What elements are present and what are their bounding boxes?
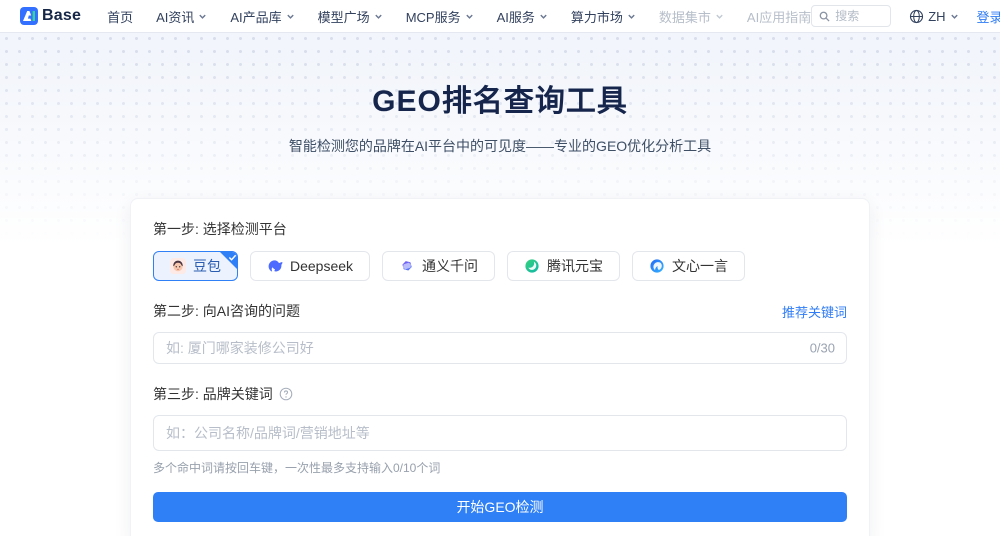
nav-item-ai-app-guide[interactable]: AI应用指南 (747, 7, 811, 26)
check-icon (228, 254, 237, 261)
chevron-down-icon (465, 14, 473, 19)
wenxin-yiyan-icon (650, 259, 664, 273)
question-input-wrap: 0/30 (153, 332, 847, 364)
step2-label: 第二步: 向AI咨询的问题 (153, 303, 301, 319)
platform-wenxin-yiyan[interactable]: 文心一言 (632, 251, 746, 281)
nav-item-mcp-services[interactable]: MCP服务 (406, 7, 474, 26)
chevron-down-icon (374, 14, 382, 19)
nav-item-model-plaza[interactable]: 模型广场 (318, 7, 383, 26)
tongyi-qianwen-icon (402, 261, 412, 271)
step1-label: 第一步: 选择检测平台 (153, 221, 287, 237)
search-input[interactable] (835, 9, 884, 23)
platform-tongyi-qianwen[interactable]: 通义千问 (382, 251, 496, 281)
recommended-keywords-link[interactable]: 推荐关键词 (782, 302, 847, 321)
aibase-logo-text: Base (42, 7, 82, 24)
tencent-yuanbao-icon (525, 259, 539, 273)
platform-label: 文心一言 (672, 258, 729, 274)
language-switcher[interactable]: ZH (909, 9, 958, 24)
nav-item-ai-services[interactable]: AI服务 (497, 7, 548, 26)
platform-label: Deepseek (290, 258, 354, 274)
platform-label: 豆包 (193, 258, 221, 274)
chevron-down-icon (628, 14, 635, 19)
page-subtitle: 智能检测您的品牌在AI平台中的可见度——专业的GEO优化分析工具 (288, 138, 712, 154)
aibase-logo[interactable]: Base (20, 7, 81, 25)
start-geo-check-button[interactable]: 开始GEO检测 (153, 492, 847, 522)
char-counter: 0/30 (809, 340, 835, 356)
nav-menu: 首页 AI资讯 AI产品库 模型广场 MCP服务 AI服务 算力市场 数据集市 (107, 7, 811, 26)
brand-keywords-input-wrap (153, 415, 847, 451)
nav-item-ai-products[interactable]: AI产品库 (230, 7, 294, 26)
nav-item-computing-market[interactable]: 算力市场 (571, 7, 636, 26)
brand-keywords-hint: 多个命中词请按回车键，一次性最多支持输入0/10个词 (153, 461, 441, 475)
question-input[interactable] (153, 332, 847, 364)
top-navbar: Base 首页 AI资讯 AI产品库 模型广场 MCP服务 AI服务 算力市场 (0, 0, 1000, 32)
nav-item-data-market[interactable]: 数据集市 (659, 7, 724, 26)
search-icon (819, 11, 830, 22)
platform-doubao[interactable]: 豆包 (153, 251, 238, 281)
language-label: ZH (928, 8, 946, 24)
help-circle-icon[interactable] (279, 387, 293, 401)
platform-selector: 豆包 Deepseek 通义千问 腾讯元宝 文心一言 (153, 251, 847, 281)
nav-item-home[interactable]: 首页 (107, 7, 133, 26)
aibase-logo-icon (20, 7, 38, 25)
doubao-icon (170, 258, 186, 274)
step3-label: 第三步: 品牌关键词 (153, 384, 847, 404)
chevron-down-icon (950, 14, 958, 19)
hero-section: GEO排名查询工具 智能检测您的品牌在AI平台中的可见度——专业的GEO优化分析… (0, 32, 1000, 536)
chevron-down-icon (540, 14, 547, 19)
geo-check-form-card: 第一步: 选择检测平台 豆包 Deepseek 通义千问 腾讯元宝 文心一言 第… (130, 198, 870, 536)
chevron-down-icon (716, 14, 723, 19)
page-title: GEO排名查询工具 (372, 85, 628, 118)
search-box[interactable] (811, 5, 892, 27)
chevron-down-icon (286, 14, 294, 19)
deepseek-icon (268, 260, 283, 272)
platform-label: 通义千问 (422, 258, 479, 274)
brand-keywords-input[interactable] (153, 415, 847, 451)
navbar-right: ZH 登录/注册 (811, 5, 1000, 27)
globe-icon (910, 9, 924, 23)
platform-deepseek[interactable]: Deepseek (250, 251, 371, 281)
platform-tencent-yuanbao[interactable]: 腾讯元宝 (507, 251, 621, 281)
chevron-down-icon (199, 14, 207, 19)
nav-item-ai-news[interactable]: AI资讯 (156, 7, 207, 26)
selected-check-badge (220, 252, 237, 269)
login-register-link[interactable]: 登录/注册 (977, 7, 1000, 26)
platform-label: 腾讯元宝 (547, 258, 604, 274)
